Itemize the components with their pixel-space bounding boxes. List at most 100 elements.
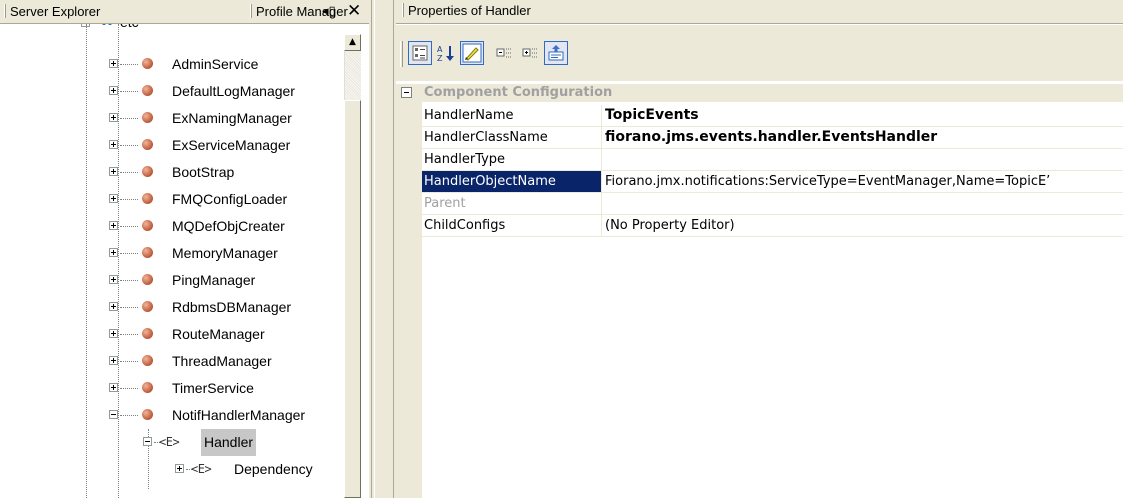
expand-icon[interactable] [109,356,118,365]
tree-node-handler[interactable]: <E> Handler [140,429,340,456]
expand-icon[interactable] [109,275,118,284]
expand-icon[interactable] [109,59,118,68]
tree-node-service[interactable]: ThreadManager [106,348,342,375]
properties-toolbar: AZ [396,25,1123,81]
collapse-icon[interactable] [109,410,118,419]
tree-root-label: etc [120,24,139,36]
tree-node-label: MQDefObjCreater [172,218,285,234]
tree-node-service[interactable]: TimerService [106,375,342,402]
tree-node-service[interactable]: MemoryManager [106,240,342,267]
property-value[interactable]: TopicEvents [603,105,1123,126]
tree-node-label: DefaultLogManager [172,83,295,99]
tree-node-label: ThreadManager [172,353,272,369]
category-label: Component Configuration [424,85,613,100]
svg-text:Z: Z [437,54,443,63]
property-row[interactable]: Parent [422,193,1123,215]
expand-icon[interactable] [109,86,118,95]
expand-icon[interactable] [109,329,118,338]
property-row[interactable]: ChildConfigs (No Property Editor) [422,215,1123,237]
properties-panel: Properties of Handler AZ Component Confi… [396,0,1123,498]
expand-all-button[interactable] [518,41,542,65]
close-icon[interactable]: ✕ [347,1,361,21]
properties-button[interactable] [460,41,484,65]
collapse-icon[interactable] [401,87,412,98]
property-value[interactable] [603,149,1123,170]
property-name[interactable]: ChildConfigs [422,215,602,236]
scroll-up-icon[interactable]: ▲ [344,34,361,51]
expand-icon[interactable] [175,464,184,473]
bean-icon [142,193,153,204]
service-tree[interactable]: etc AdminService DefaultLogManager ExNamin… [0,24,344,498]
property-row[interactable]: HandlerClassName fiorano.jms.events.handl… [422,127,1123,149]
tree-node-service[interactable]: ExServiceManager [106,132,342,159]
bean-icon [142,247,153,258]
expand-icon[interactable] [109,248,118,257]
bean-icon [142,355,153,366]
tree-node-label: Dependency [234,461,313,477]
expand-icon[interactable] [109,140,118,149]
tree-node-label: RouteManager [172,326,265,342]
collapse-icon [496,48,511,58]
property-name[interactable]: Parent [422,193,602,214]
tree-node-dependency[interactable]: <E> Dependency [172,456,344,483]
tree-node-service[interactable]: PingManager [106,267,342,294]
collapse-all-button[interactable] [492,41,516,65]
collapse-icon[interactable] [143,437,152,446]
property-value[interactable]: fiorano.jms.events.handler.EventsHandler [603,127,1123,148]
tree-node-service[interactable]: RdbmsDBManager [106,294,342,321]
expand-icon[interactable] [109,383,118,392]
property-pages-button[interactable] [544,41,568,65]
tab-scroll-controls[interactable]: ◂▯ [322,4,336,19]
tree-node-label: RdbmsDBManager [172,299,292,315]
tree-node-service[interactable]: FMQConfigLoader [106,186,342,213]
tree-node-service[interactable]: RouteManager [106,321,342,348]
tree-root-node[interactable]: etc [76,24,336,37]
expand-icon[interactable] [109,221,118,230]
property-row[interactable]: HandlerName TopicEvents [422,105,1123,127]
properties-icon [462,43,482,63]
expand-icon[interactable] [109,167,118,176]
property-name[interactable]: HandlerName [422,105,602,126]
tab-nav-icon[interactable]: ◂▯ [322,4,336,19]
tree-node-service[interactable]: NotifHandlerManager [106,402,342,429]
grip-icon [4,4,6,18]
tree-node-label: BootStrap [172,164,235,180]
tab-server-explorer[interactable]: Server Explorer [0,2,178,24]
property-value[interactable] [603,193,1123,214]
explorer-panel: Server Explorer Profile Manager ◂▯ ✕ etc… [0,0,369,498]
property-row[interactable]: HandlerObjectName Fiorano.jmx.notificatio… [422,171,1123,193]
bean-icon [142,301,153,312]
tree-node-service[interactable]: DefaultLogManager [106,78,342,105]
property-name[interactable]: HandlerObjectName [422,171,602,192]
element-icon: <E> [159,435,180,449]
panel-splitter[interactable] [369,0,396,498]
property-name[interactable]: HandlerType [422,149,602,170]
tree-node-service[interactable]: MQDefObjCreater [106,213,342,240]
bean-icon [142,112,153,123]
property-row[interactable]: HandlerType [422,149,1123,171]
tree-node-label: TimerService [172,380,254,396]
tree-node-label: AdminService [172,56,259,72]
tree-node-label: MemoryManager [172,245,278,261]
sort-alpha-icon: AZ [437,45,454,63]
property-value[interactable]: Fiorano.jmx.notifications:ServiceType=Ev… [603,171,1123,192]
expand-icon [522,48,537,58]
property-name[interactable]: HandlerClassName [422,127,602,148]
property-value[interactable]: (No Property Editor) [603,215,1123,236]
tree-node-label: NotifHandlerManager [172,407,306,423]
properties-title-bar: Properties of Handler [396,0,1123,24]
tree-node-service[interactable]: ExNamingManager [106,105,342,132]
tree-node-service[interactable]: AdminService [106,51,342,78]
expand-icon[interactable] [109,302,118,311]
scroll-thumb[interactable] [344,100,361,498]
element-icon: <E> [191,462,212,476]
sort-alphabetical-button[interactable]: AZ [434,41,458,65]
properties-title: Properties of Handler [408,3,531,18]
bean-icon [142,139,153,150]
tree-node-service[interactable]: BootStrap [106,159,342,186]
category-row[interactable]: Component Configuration [396,84,1123,102]
categorized-button[interactable] [408,41,432,65]
expand-icon[interactable] [109,113,118,122]
tab-label: Server Explorer [10,4,101,19]
expand-icon[interactable] [109,194,118,203]
